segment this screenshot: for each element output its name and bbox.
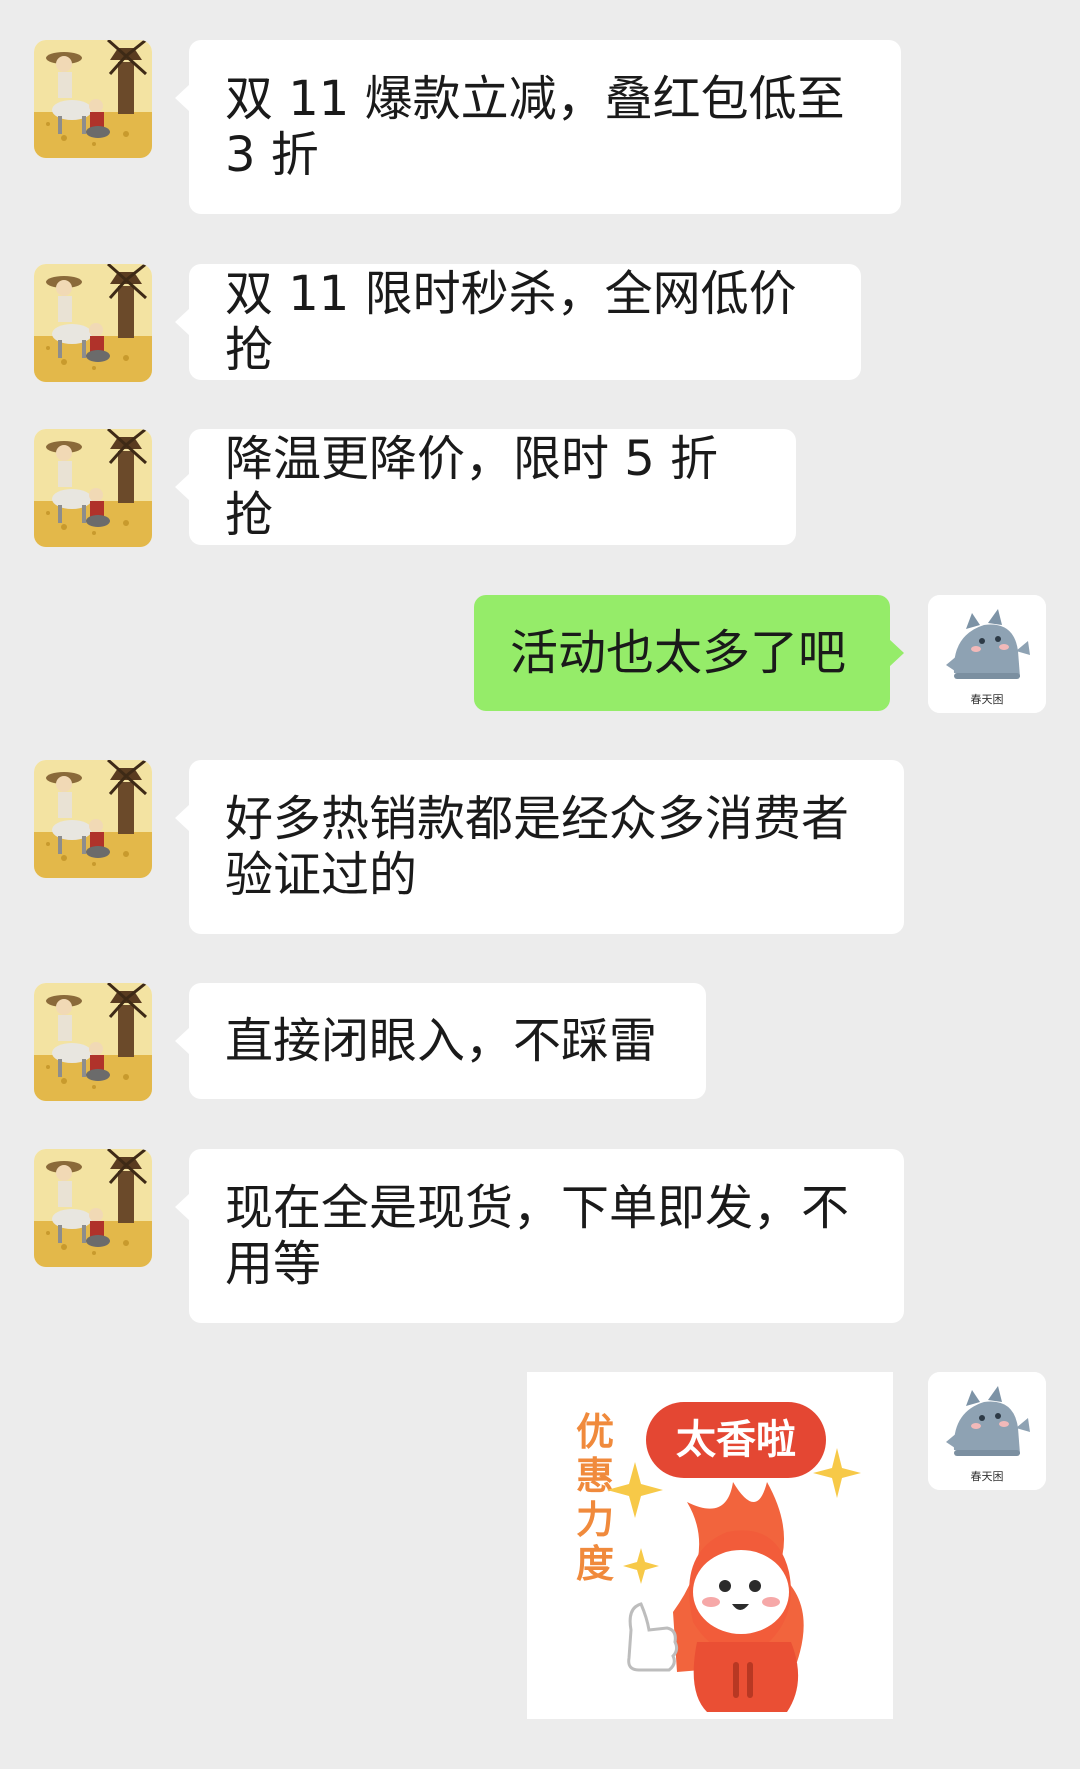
contact-avatar[interactable] (34, 983, 152, 1101)
bottom-edge (0, 1769, 1080, 1775)
windmill-riders-avatar-icon (34, 983, 152, 1101)
avatar-caption: 春天困 (970, 1470, 1004, 1483)
contact-avatar[interactable] (34, 40, 152, 158)
windmill-riders-avatar-icon (34, 40, 152, 158)
message-bubble[interactable]: 双 11 限时秒杀，全网低价抢 (175, 264, 861, 380)
message-text: 好多热销款都是经众多消费者验证过的 (225, 791, 850, 903)
message-text: 现在全是现货，下单即发，不用等 (225, 1180, 850, 1292)
contact-avatar[interactable] (34, 760, 152, 878)
message-bubble[interactable]: 降温更降价，限时 5 折抢 (175, 429, 796, 545)
windmill-riders-avatar-icon (34, 429, 152, 547)
message-text: 双 11 爆款立减，叠红包低至 3 折 (225, 71, 845, 183)
message-bubble-outgoing[interactable]: 活动也太多了吧 (474, 595, 904, 711)
message-text: 活动也太多了吧 (510, 625, 847, 681)
message-bubble[interactable]: 现在全是现货，下单即发，不用等 (175, 1149, 904, 1323)
message-text: 直接闭眼入，不踩雷 (225, 1013, 658, 1069)
windmill-riders-avatar-icon (34, 1149, 152, 1267)
message-text: 降温更降价，限时 5 折抢 (225, 431, 719, 543)
contact-avatar[interactable] (34, 429, 152, 547)
windmill-riders-avatar-icon (34, 760, 152, 878)
contact-avatar[interactable] (34, 1149, 152, 1267)
message-text: 双 11 限时秒杀，全网低价抢 (225, 266, 797, 378)
windmill-riders-avatar-icon (34, 264, 152, 382)
message-bubble[interactable]: 直接闭眼入，不踩雷 (175, 983, 706, 1099)
message-bubble[interactable]: 好多热销款都是经众多消费者验证过的 (175, 760, 904, 934)
sticker-message[interactable]: 优惠力度 太香啦 (527, 1372, 893, 1719)
avatar-caption: 春天困 (970, 693, 1004, 706)
self-avatar[interactable]: 春天困 (928, 1372, 1046, 1490)
self-avatar[interactable]: 春天困 (928, 595, 1046, 713)
contact-avatar[interactable] (34, 264, 152, 382)
fire-mascot-thumbs-up-icon (607, 1448, 861, 1712)
message-bubble[interactable]: 双 11 爆款立减，叠红包低至 3 折 (175, 40, 901, 214)
